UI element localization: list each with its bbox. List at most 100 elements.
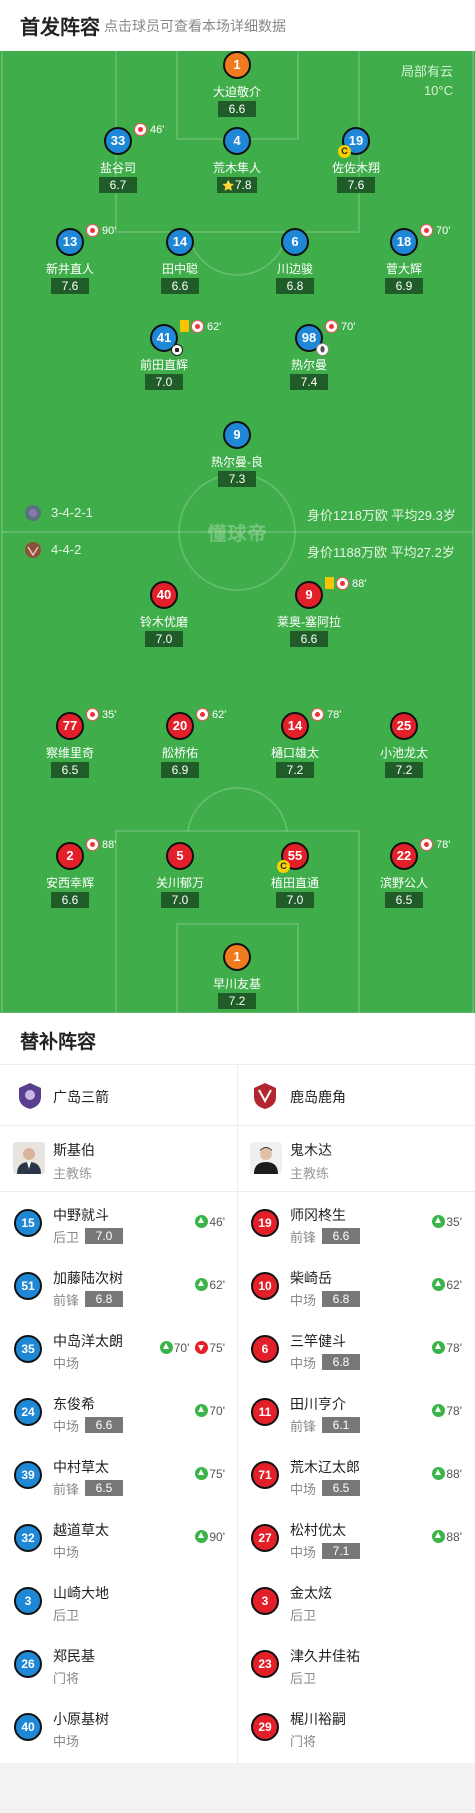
sub-name[interactable]: 津久井佳祐 [290,1646,360,1666]
sub-number[interactable]: 71 [251,1461,279,1489]
sub-name[interactable]: 越道草太 [53,1520,109,1540]
sub-number[interactable]: 15 [14,1209,42,1237]
player-name[interactable]: 新井直人 [15,260,125,277]
player-name[interactable]: 川边骏 [240,260,350,277]
player-number[interactable]: 9 [295,581,323,609]
away-sub-row[interactable]: 71 荒木辽太郎 中场 6.5 88' [237,1444,474,1507]
player-number[interactable]: 4 [223,127,251,155]
player-name[interactable]: 舩桥佑 [125,744,235,761]
sub-number[interactable]: 51 [14,1272,42,1300]
player-name[interactable]: 早川友基 [182,975,292,992]
sub-number[interactable]: 40 [14,1713,42,1741]
sub-number[interactable]: 35 [14,1335,42,1363]
sub-name[interactable]: 松村优太 [290,1520,346,1540]
player-name[interactable]: 莱奥-塞阿拉 [254,613,364,630]
player-number[interactable]: 25 [390,712,418,740]
player-name[interactable]: 田中聪 [125,260,235,277]
sub-number[interactable]: 32 [14,1524,42,1552]
player-number[interactable]: 14 [166,228,194,256]
home-sub-row[interactable]: 15 中野就斗 后卫 7.0 46' [0,1192,237,1255]
player-number[interactable]: 5 [166,842,194,870]
home-player[interactable]: 1 大迫敬介 6.6 [182,51,292,131]
away-sub-row[interactable]: 27 松村优太 中场 7.1 88' [237,1507,474,1570]
away-player[interactable]: 22 滨野公人 6.5 78' [349,837,459,922]
player-name[interactable]: 前田直辉 [109,356,219,373]
sub-name[interactable]: 小原基树 [53,1709,109,1729]
player-name[interactable]: 植田直通 [240,874,350,891]
player-name[interactable]: 察维里奇 [15,744,125,761]
home-sub-row[interactable]: 24 东俊希 中场 6.6 70' [0,1381,237,1444]
player-number[interactable]: 14 [281,712,309,740]
home-sub-row[interactable]: 32 越道草太 中场 90' [0,1507,237,1570]
sub-name[interactable]: 柴崎岳 [290,1268,332,1288]
player-name[interactable]: 铃木优磨 [109,613,219,630]
away-sub-row[interactable]: 29 梶川裕嗣 门将 [237,1696,474,1759]
home-sub-row[interactable]: 40 小原基树 中场 [0,1696,237,1759]
player-name[interactable]: 安西幸辉 [15,874,125,891]
sub-number[interactable]: 11 [251,1398,279,1426]
home-team-logo[interactable] [15,1081,45,1111]
away-team-name[interactable]: 鹿岛鹿角 [290,1087,346,1107]
player-number[interactable]: 18 [390,228,418,256]
away-player[interactable]: 9 莱奥-塞阿拉 6.6 88' [254,576,366,661]
home-sub-row[interactable]: 51 加藤陆次树 前锋 6.8 62' [0,1255,237,1318]
home-team-name[interactable]: 广岛三箭 [53,1087,109,1107]
player-number[interactable]: 1 [223,943,251,971]
away-sub-row[interactable]: 23 津久井佳祐 后卫 [237,1633,474,1696]
away-player[interactable]: 77 察维里奇 6.5 35' [15,707,125,792]
sub-number[interactable]: 19 [251,1209,279,1237]
home-sub-row[interactable]: 39 中村草太 前锋 6.5 75' [0,1444,237,1507]
player-number[interactable]: 2 [56,842,84,870]
sub-name[interactable]: 荒木辽太郎 [290,1457,360,1477]
away-coach-name[interactable]: 鬼木达 [290,1140,332,1160]
sub-name[interactable]: 中野就斗 [53,1205,109,1225]
player-name[interactable]: 樋口雄太 [240,744,350,761]
home-player[interactable]: 98 热尔曼 7.4 70' ⬮ [254,319,364,404]
sub-number[interactable]: 10 [251,1272,279,1300]
sub-number[interactable]: 26 [14,1650,42,1678]
sub-name[interactable]: 梶川裕嗣 [290,1709,346,1729]
home-sub-row[interactable]: 3 山崎大地 后卫 [0,1570,237,1633]
player-number[interactable]: 77 [56,712,84,740]
sub-number[interactable]: 3 [251,1587,279,1615]
player-number[interactable]: 13 [56,228,84,256]
player-name[interactable]: 佐佐木翔 [301,159,411,176]
home-coach-name[interactable]: 斯基伯 [53,1140,95,1160]
player-name[interactable]: 大迫敬介 [182,83,292,100]
sub-number[interactable]: 29 [251,1713,279,1741]
away-player[interactable]: 1 早川友基 7.2 [182,943,292,1013]
sub-name[interactable]: 金太炫 [290,1583,332,1603]
player-name[interactable]: 盐谷司 [63,159,173,176]
away-sub-row[interactable]: 10 柴崎岳 中场 6.8 62' [237,1255,474,1318]
away-player[interactable]: 14 樋口雄太 7.2 78' [240,707,350,792]
sub-number[interactable]: 24 [14,1398,42,1426]
home-player[interactable]: 9 热尔曼-良 7.3 [182,421,292,501]
away-sub-row[interactable]: 19 师冈柊生 前锋 6.6 35' [237,1192,474,1255]
player-number[interactable]: 1 [223,51,251,79]
away-coach-avatar[interactable] [250,1142,282,1174]
sub-name[interactable]: 山崎大地 [53,1583,109,1603]
player-name[interactable]: 热尔曼-良 [182,453,292,470]
home-player[interactable]: 6 川边骏 6.8 [240,228,350,308]
sub-name[interactable]: 中岛洋太朗 [53,1331,123,1351]
away-player[interactable]: 5 关川郁万 7.0 [125,842,235,922]
away-player[interactable]: 2 安西幸辉 6.6 88' [15,837,125,922]
player-number[interactable]: 33 [104,127,132,155]
sub-number[interactable]: 27 [251,1524,279,1552]
away-sub-row[interactable]: 11 田川亨介 前锋 6.1 78' [237,1381,474,1444]
away-player[interactable]: 40 铃木优磨 7.0 [109,581,219,661]
sub-name[interactable]: 三竿健斗 [290,1331,346,1351]
sub-name[interactable]: 中村草太 [53,1457,109,1477]
sub-number[interactable]: 23 [251,1650,279,1678]
sub-name[interactable]: 东俊希 [53,1394,95,1414]
player-number[interactable]: 20 [166,712,194,740]
player-name[interactable]: 小池龙太 [349,744,459,761]
sub-name[interactable]: 加藤陆次树 [53,1268,123,1288]
player-name[interactable]: 荒木隼人 [182,159,292,176]
away-player[interactable]: 20 舩桥佑 6.9 62' [125,707,235,792]
sub-number[interactable]: 39 [14,1461,42,1489]
player-number[interactable]: 9 [223,421,251,449]
home-player[interactable]: 13 新井直人 7.6 90' [15,223,125,308]
away-sub-row[interactable]: 3 金太炫 后卫 [237,1570,474,1633]
home-coach-avatar[interactable] [13,1142,45,1174]
